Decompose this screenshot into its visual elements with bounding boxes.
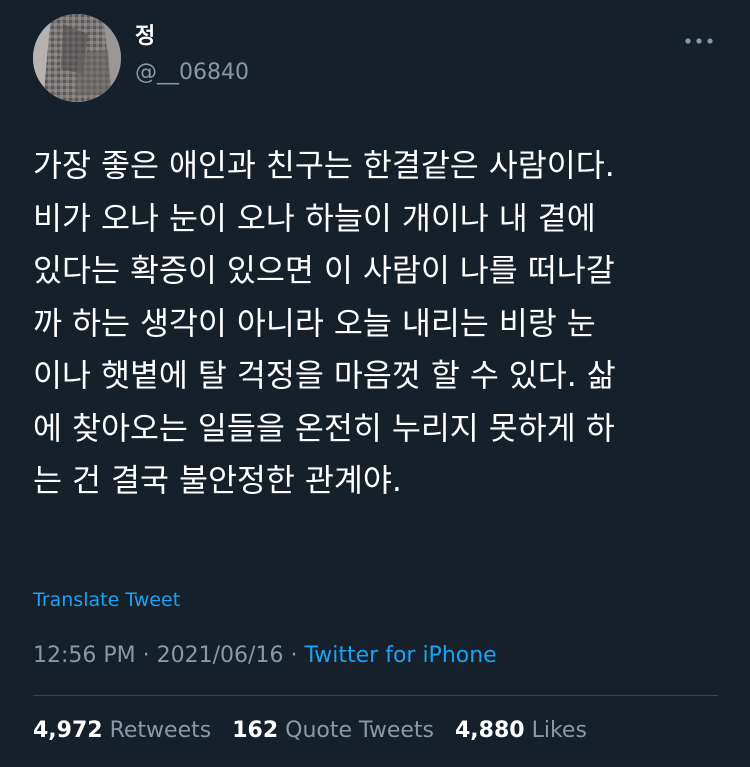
quote-tweets-label: Quote Tweets bbox=[285, 718, 434, 743]
tweet-source[interactable]: Twitter for iPhone bbox=[304, 643, 496, 668]
retweets-stat[interactable]: 4,972 Retweets bbox=[33, 716, 211, 746]
likes-stat[interactable]: 4,880 Likes bbox=[455, 716, 587, 746]
profile-photo bbox=[33, 14, 121, 102]
likes-count: 4,880 bbox=[454, 718, 525, 743]
tweet-time[interactable]: 12:56 PM bbox=[33, 643, 136, 668]
quote-tweets-stat[interactable]: 162 Quote Tweets bbox=[232, 716, 434, 746]
avatar[interactable] bbox=[33, 14, 121, 102]
meta-separator: · bbox=[142, 643, 150, 668]
tweet-header: 정 @__06840 bbox=[33, 14, 723, 104]
meta-separator: · bbox=[290, 643, 298, 668]
divider bbox=[33, 695, 718, 696]
translate-tweet-link[interactable]: Translate Tweet bbox=[33, 587, 180, 613]
display-name[interactable]: 정 bbox=[135, 24, 249, 50]
retweets-label: Retweets bbox=[109, 718, 212, 743]
more-horizontal-icon bbox=[685, 38, 713, 44]
more-button[interactable] bbox=[683, 28, 715, 54]
tweet-text: 가장 좋은 애인과 친구는 한결같은 사람이다. 비가 오나 눈이 오나 하늘이… bbox=[33, 148, 616, 499]
engagement-stats: 4,972 Retweets 162 Quote Tweets 4,880 Li… bbox=[33, 716, 601, 746]
user-handle[interactable]: @__06840 bbox=[135, 60, 249, 86]
user-block: 정 @__06840 bbox=[135, 24, 249, 86]
likes-label: Likes bbox=[531, 718, 587, 743]
tweet-date[interactable]: 2021/06/16 bbox=[157, 643, 284, 668]
retweets-count: 4,972 bbox=[33, 718, 103, 743]
quote-tweets-count: 162 bbox=[232, 718, 279, 743]
tweet-meta: 12:56 PM · 2021/06/16 · Twitter for iPho… bbox=[33, 641, 497, 671]
